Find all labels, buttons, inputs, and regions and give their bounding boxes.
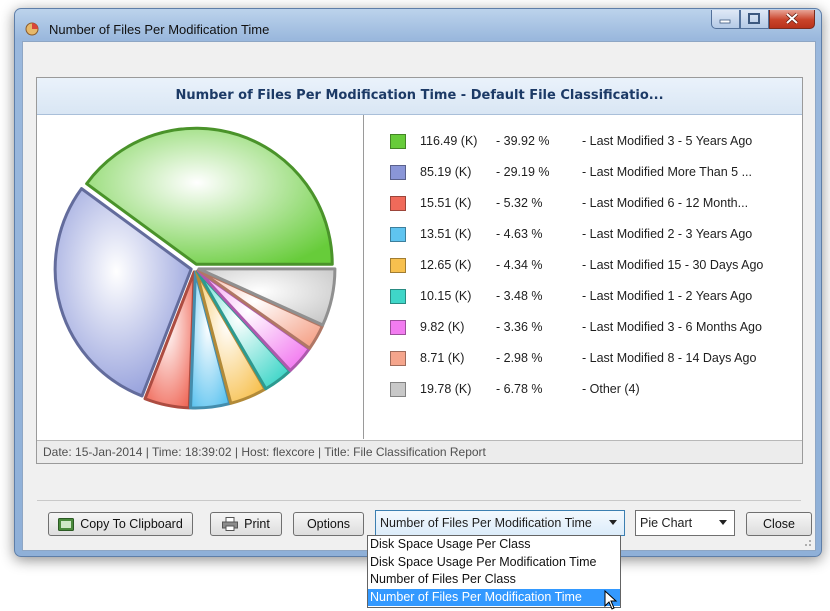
legend-percent: - 3.48 %: [496, 289, 543, 303]
legend-item: 12.65 (K) - 4.34 % - Last Modified 15 - 30…: [390, 255, 763, 275]
legend-percent: - 4.34 %: [496, 258, 543, 272]
legend-value: 13.51 (K): [420, 227, 472, 241]
legend-label: - Last Modified 3 - 6 Months Ago: [582, 320, 762, 334]
printer-icon: [222, 517, 239, 531]
chart-type-value: Pie Chart: [640, 516, 693, 530]
chart-legend: 116.49 (K) - 39.92 % - Last Modified 3 - 5…: [363, 115, 803, 439]
pie-chart: [53, 126, 337, 410]
close-button[interactable]: Close: [746, 512, 812, 536]
report-type-value: Number of Files Per Modification Time: [380, 516, 592, 530]
dropdown-option[interactable]: Number of Files Per Class: [368, 571, 620, 589]
divider: [37, 500, 801, 501]
close-button-label: Close: [763, 517, 795, 531]
legend-swatch: [390, 288, 406, 304]
legend-swatch: [390, 381, 406, 397]
legend-value: 85.19 (K): [420, 165, 472, 179]
legend-value: 9.82 (K): [420, 320, 465, 334]
legend-label: - Last Modified 6 - 12 Month...: [582, 196, 749, 210]
legend-swatch: [390, 257, 406, 273]
legend-item: 19.78 (K) - 6.78 % - Other (4): [390, 379, 640, 399]
minimize-icon: [719, 19, 731, 24]
legend-value: 12.65 (K): [420, 258, 472, 272]
legend-swatch: [390, 195, 406, 211]
mouse-pointer-icon: [604, 590, 618, 610]
legend-percent: - 2.98 %: [496, 351, 543, 365]
maximize-button[interactable]: [740, 10, 769, 29]
legend-percent: - 3.36 %: [496, 320, 543, 334]
window-controls: [711, 10, 815, 30]
options-button-label: Options: [306, 517, 351, 531]
maximize-icon: [748, 13, 760, 24]
legend-label: - Last Modified 8 - 14 Days Ago: [582, 351, 757, 365]
legend-percent: - 4.63 %: [496, 227, 543, 241]
chevron-down-icon: [609, 520, 617, 525]
close-window-button[interactable]: [769, 10, 815, 29]
legend-label: - Last Modified 2 - 3 Years Ago: [582, 227, 753, 241]
legend-item: 9.82 (K) - 3.36 % - Last Modified 3 - 6 Mo…: [390, 317, 762, 337]
legend-label: - Last Modified 15 - 30 Days Ago: [582, 258, 764, 272]
legend-label: - Other (4): [582, 382, 640, 396]
copy-button-label: Copy To Clipboard: [80, 517, 183, 531]
chart-title: Number of Files Per Modification Time - …: [37, 78, 802, 115]
report-footer: Date: 15-Jan-2014 | Time: 18:39:02 | Hos…: [37, 440, 802, 463]
window-client-area: Number of Files Per Modification Time - …: [22, 41, 816, 551]
copy-to-clipboard-button[interactable]: Copy To Clipboard: [48, 512, 193, 536]
pie-chart-area: [37, 115, 362, 439]
window-title: Number of Files Per Modification Time: [49, 22, 270, 37]
legend-percent: - 6.78 %: [496, 382, 543, 396]
legend-swatch: [390, 350, 406, 366]
legend-label: - Last Modified 1 - 2 Years Ago: [582, 289, 753, 303]
report-type-dropdown-list: Disk Space Usage Per Class Disk Space Us…: [367, 535, 621, 608]
legend-swatch: [390, 226, 406, 242]
legend-swatch: [390, 133, 406, 149]
print-button-label: Print: [244, 517, 270, 531]
minimize-button[interactable]: [711, 10, 740, 29]
legend-value: 116.49 (K): [420, 134, 478, 148]
legend-value: 8.71 (K): [420, 351, 465, 365]
legend-label: - Last Modified More Than 5 ...: [582, 165, 752, 179]
legend-item: 85.19 (K) - 29.19 % - Last Modified More T…: [390, 162, 752, 182]
chart-panel: Number of Files Per Modification Time - …: [36, 77, 803, 464]
legend-swatch: [390, 164, 406, 180]
dropdown-option[interactable]: Disk Space Usage Per Class: [368, 536, 620, 554]
legend-percent: - 5.32 %: [496, 196, 543, 210]
legend-value: 19.78 (K): [420, 382, 472, 396]
legend-percent: - 29.19 %: [496, 165, 550, 179]
dropdown-option-selected[interactable]: Number of Files Per Modification Time: [368, 588, 620, 606]
resize-grip-icon[interactable]: [802, 537, 812, 547]
legend-percent: - 39.92 %: [496, 134, 550, 148]
options-button[interactable]: Options: [293, 512, 364, 536]
close-icon: [785, 12, 799, 25]
legend-value: 10.15 (K): [420, 289, 472, 303]
legend-item: 116.49 (K) - 39.92 % - Last Modified 3 - 5…: [390, 131, 752, 151]
legend-item: 15.51 (K) - 5.32 % - Last Modified 6 - 12 …: [390, 193, 748, 213]
print-button[interactable]: Print: [210, 512, 282, 536]
pie-app-icon: [25, 22, 39, 36]
legend-value: 15.51 (K): [420, 196, 472, 210]
legend-swatch: [390, 319, 406, 335]
legend-label: - Last Modified 3 - 5 Years Ago: [582, 134, 753, 148]
dropdown-option[interactable]: Disk Space Usage Per Modification Time: [368, 554, 620, 572]
chart-type-select[interactable]: Pie Chart: [635, 510, 735, 536]
chevron-down-icon: [719, 520, 727, 525]
report-window: Number of Files Per Modification Time Nu…: [14, 8, 822, 557]
legend-item: 10.15 (K) - 3.48 % - Last Modified 1 - 2 Y…: [390, 286, 752, 306]
clipboard-icon: [58, 517, 75, 531]
legend-item: 8.71 (K) - 2.98 % - Last Modified 8 - 14 D…: [390, 348, 756, 368]
legend-item: 13.51 (K) - 4.63 % - Last Modified 2 - 3 Y…: [390, 224, 752, 244]
report-type-select[interactable]: Number of Files Per Modification Time: [375, 510, 625, 536]
